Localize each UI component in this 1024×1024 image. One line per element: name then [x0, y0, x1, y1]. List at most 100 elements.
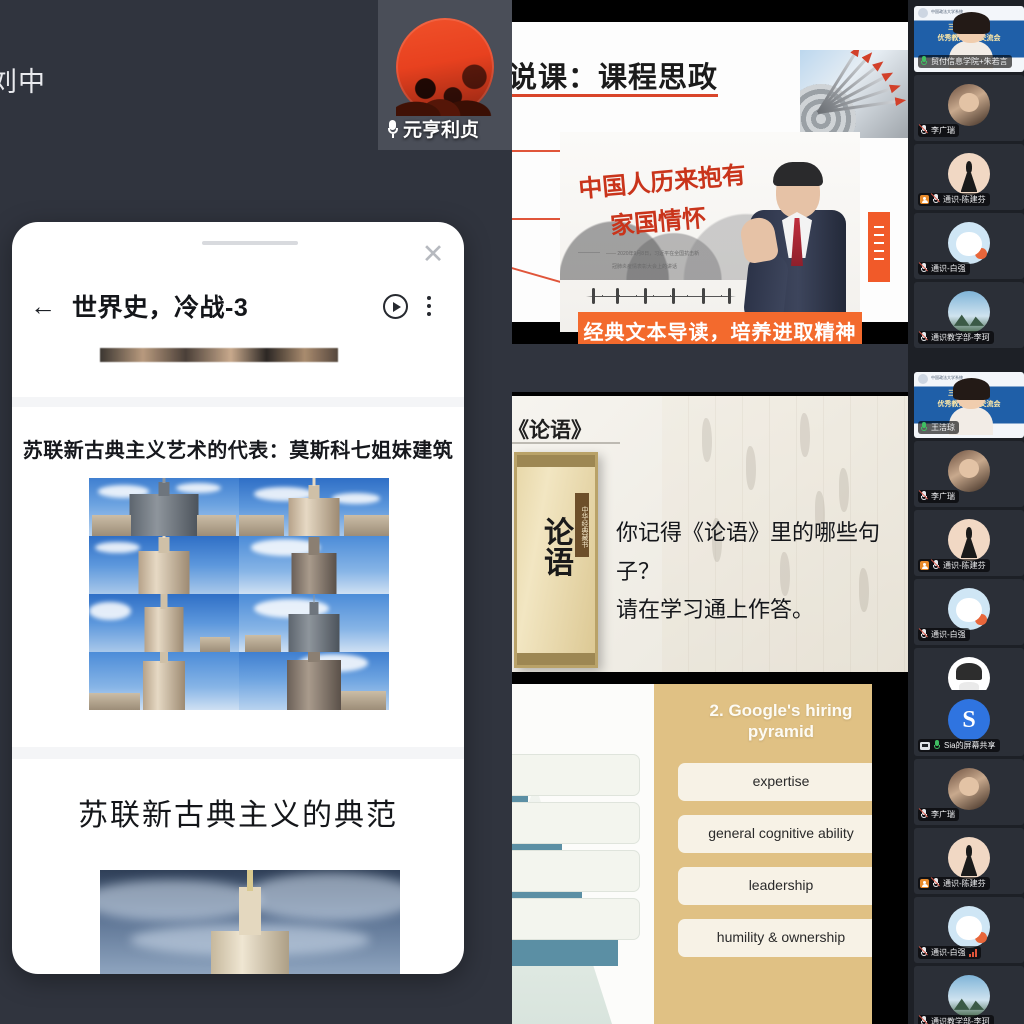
participant-label: Sia的屏幕共享: [918, 739, 1000, 752]
microphone-icon: [932, 560, 940, 571]
speaker-name: 元亨利贞: [403, 120, 480, 141]
participant-tile[interactable]: 通识-陈建芬: [914, 828, 1024, 894]
host-icon: [920, 561, 929, 570]
orange-side-tab: [868, 212, 890, 282]
host-icon: [920, 195, 929, 204]
slide-title: 2. Google's hiring pyramid: [709, 701, 853, 742]
avatar: [948, 84, 990, 127]
speaker-name-row: 元亨利贞: [386, 115, 479, 142]
slide-banner: 经典文本导读，培养进取精神: [578, 312, 862, 344]
decorative-divider: [586, 288, 736, 304]
participant-label: 通识-白强: [918, 946, 981, 959]
book-cover-image: 中华经典藏书 论语: [514, 452, 598, 668]
microphone-icon: [920, 56, 928, 67]
microphone-icon: [920, 422, 928, 433]
participant-name: 李广瑞: [931, 126, 955, 135]
microphone-icon: [920, 491, 928, 502]
pyramid-chip: leadership: [678, 866, 884, 905]
participant-tile[interactable]: 中国政法大学系统三日一识模块优秀教师教学交流会贸付信息学院+朱若言: [914, 6, 1024, 72]
poster-caption-2: 冠肺炎疫情表彰大会上的讲话: [612, 264, 678, 270]
participant-tile[interactable]: 中国政法大学系统三日一识模块优秀教师教学交流会王洁琼: [914, 372, 1024, 438]
participant-tile[interactable]: 通识教学部-李珂: [914, 966, 1024, 1024]
avatar: [948, 837, 990, 880]
participant-name: 通识教学部-李珂: [931, 1017, 990, 1024]
shared-slide-bottom[interactable]: 2. Google's hiring pyramid expertise gen…: [512, 672, 908, 1024]
avatar: [948, 519, 990, 562]
photo-msu: [89, 478, 239, 536]
section-divider: [12, 397, 464, 407]
pyramid-chip: humility & ownership: [678, 918, 884, 957]
participant-name: 通识-陈建芬: [943, 879, 986, 888]
participant-tile[interactable]: 李广瑞: [914, 441, 1024, 507]
participant-label: 通识-陈建芬: [918, 193, 990, 206]
microphone-icon: [920, 809, 928, 820]
screen-share-icon: [920, 741, 930, 750]
host-icon: [920, 879, 929, 888]
participant-tile[interactable]: 通识教学部-李珂: [914, 282, 1024, 348]
content-card[interactable]: ✕ ← 世界史，冷战-3 苏联新古典主义艺术的代表：莫斯科七姐妹建筑 苏联新古典…: [12, 222, 464, 974]
participant-label: 通识教学部-李珂: [918, 1015, 994, 1024]
section-divider: [12, 747, 464, 759]
active-speaker-tile[interactable]: 元亨利贞: [378, 0, 512, 150]
shared-slide-top[interactable]: 说课：课程思政 中国人历来抱有 家国情怀 —— 2020年9月8日，习近平在全国…: [512, 0, 908, 344]
photo-stalinist-tower: [239, 652, 389, 710]
microphone-icon: [920, 947, 928, 958]
photo-kudrinskaya: [239, 536, 389, 594]
participant-name: 王洁琼: [931, 423, 955, 432]
participant-label: 通识-陈建芬: [918, 877, 990, 890]
avatar: [396, 18, 494, 116]
avatar: [948, 906, 990, 949]
slide-canvas: 说课：课程思政 中国人历来抱有 家国情怀 —— 2020年9月8日，习近平在全国…: [512, 22, 908, 344]
slide-canvas: 《论语》 中华经典藏书 论语 你记得《论语》里的哪些句子？ 请在学习通上作答。: [512, 396, 908, 674]
poster-caption-1: —— 2020年9月8日，习近平在全国抗击新: [606, 251, 700, 257]
participant-label: 李广瑞: [918, 808, 959, 821]
question-line-1: 你记得《论语》里的哪些句子？: [616, 520, 881, 584]
participant-tile[interactable]: 通识-陈建芬: [914, 144, 1024, 210]
participant-group: 中国政法大学系统三日一识模块优秀教师教学交流会贸付信息学院+朱若言李广瑞通识-陈…: [914, 6, 1024, 351]
participant-tile[interactable]: 李广瑞: [914, 759, 1024, 825]
participant-label: 王洁琼: [918, 421, 959, 434]
photo-leningradskaya: [89, 652, 239, 710]
photo-grid: [89, 478, 389, 710]
participant-tile[interactable]: 通识-白强: [914, 579, 1024, 645]
participant-label: 通识-陈建芬: [918, 559, 990, 572]
drag-handle[interactable]: [202, 241, 298, 245]
preview-strip-image: [100, 348, 338, 362]
play-circle-icon[interactable]: [378, 293, 412, 319]
partial-participant-label: 刘中: [0, 67, 46, 97]
pyramid-chip: expertise: [678, 762, 884, 801]
microphone-icon: [932, 878, 940, 889]
more-vertical-icon[interactable]: [412, 292, 446, 320]
pyramid-panel: 2. Google's hiring pyramid expertise gen…: [654, 684, 908, 1024]
participant-tile[interactable]: 通识-陈建芬: [914, 510, 1024, 576]
microphone-icon: [386, 119, 399, 138]
poster-image: 中国人历来抱有 家国情怀 —— 2020年9月8日，习近平在全国抗击新 冠肺炎疫…: [560, 132, 860, 332]
participant-name: 李广瑞: [931, 810, 955, 819]
participant-tile[interactable]: 李广瑞: [914, 75, 1024, 141]
arrows-target-image: [800, 50, 908, 138]
participant-tile[interactable]: 通识-白强: [914, 897, 1024, 963]
avatar: S: [948, 699, 990, 742]
participant-name: 贸付信息学院+朱若言: [931, 57, 1008, 66]
avatar: [948, 588, 990, 631]
participant-sidebar[interactable]: 中国政法大学系统三日一识模块优秀教师教学交流会贸付信息学院+朱若言李广瑞通识-陈…: [908, 0, 1024, 1024]
participant-name: 通识教学部-李珂: [931, 333, 990, 342]
avatar: [948, 768, 990, 811]
participant-tile[interactable]: S Sia的屏幕共享: [914, 690, 1024, 756]
slide-title: 《论语》: [512, 419, 592, 442]
back-arrow-icon[interactable]: ←: [30, 291, 66, 322]
participant-name: 通识-陈建芬: [943, 561, 986, 570]
shared-slide-middle[interactable]: 《论语》 中华经典藏书 论语 你记得《论语》里的哪些句子？ 请在学习通上作答。: [512, 392, 908, 682]
participant-name: 通识-白强: [931, 630, 966, 639]
book-cover-title: 论语: [544, 517, 574, 580]
section-heading-2: 苏联新古典主义的典范: [78, 799, 398, 832]
participant-tile[interactable]: 通识-白强: [914, 213, 1024, 279]
pyramid-chart: [512, 684, 654, 1024]
photo-foreign-ministry: [239, 594, 389, 652]
avatar: [948, 975, 990, 1018]
avatar: [948, 153, 990, 196]
avatar: [948, 222, 990, 265]
close-icon[interactable]: ✕: [420, 241, 446, 268]
microphone-icon: [920, 125, 928, 136]
photo-red-gates: [89, 594, 239, 652]
